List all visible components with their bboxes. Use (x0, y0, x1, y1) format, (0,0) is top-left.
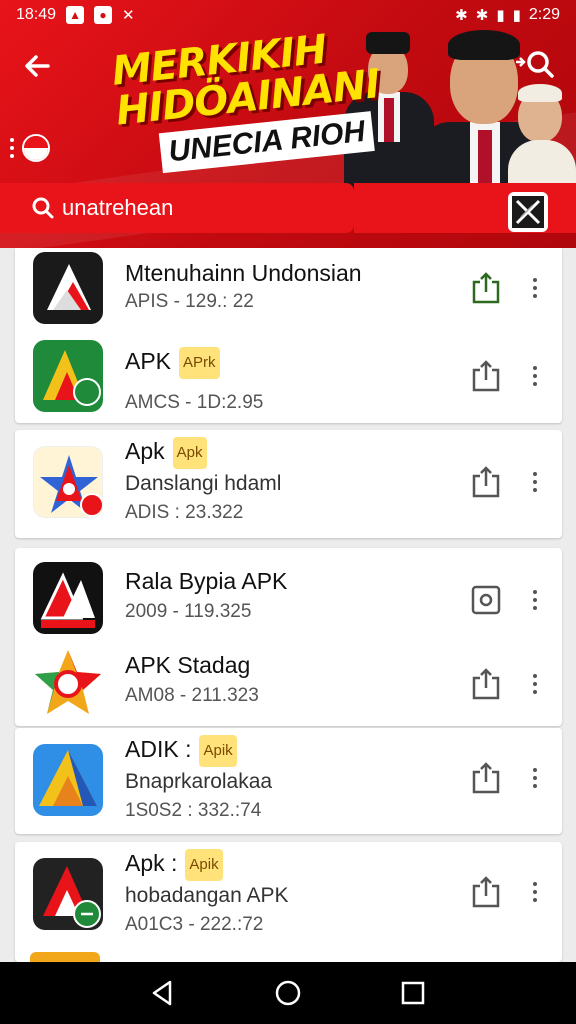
promo-banner: MERKIKIH HIDÖAINANI UNECIA RIOH unatrehe… (0, 0, 576, 248)
back-arrow-icon[interactable] (18, 46, 58, 86)
app-title: Mtenuhainn Undonsian (125, 260, 362, 286)
more-options-icon[interactable] (525, 668, 545, 700)
app-badge: Apk (172, 436, 207, 469)
overflow-dots-icon (10, 138, 14, 158)
share-icon[interactable] (470, 272, 502, 304)
share-icon[interactable] (470, 360, 502, 392)
app-badge: APrk (179, 346, 220, 379)
nav-back-icon[interactable] (143, 973, 183, 1013)
share-icon[interactable] (470, 466, 502, 498)
status-bar: 18:49 ▲ ● ✕ ✱ ✱ ▮ ▮ 2:29 (0, 0, 576, 30)
app-icon-red-a (33, 252, 103, 324)
more-options-icon[interactable] (525, 584, 545, 616)
more-options-icon[interactable] (525, 876, 545, 908)
close-banner-icon[interactable] (508, 192, 548, 232)
vibrate-icon: ✱ (475, 7, 489, 24)
share-icon[interactable] (470, 762, 502, 794)
banner-search-field[interactable]: unatrehean (0, 183, 354, 233)
app-icon-blue-a (33, 744, 103, 816)
app-icon-star-a (33, 446, 103, 518)
battery-icon: ▮ (512, 7, 521, 24)
list-item[interactable]: ADIK : Apik Bnaprkarolakaa 1S0S2 : 332.:7… (15, 734, 562, 824)
app-list-card: Rala Bypia APK 2009 - 119.325 APK Stadag… (15, 548, 562, 726)
app-meta: AM08 - 211.323 (125, 685, 259, 706)
nav-home-icon[interactable] (268, 973, 308, 1013)
share-icon[interactable] (470, 876, 502, 908)
status-time: 18:49 (16, 6, 57, 23)
system-navigation-bar (0, 962, 576, 1024)
app-icon-dark-a (33, 562, 103, 634)
search-icon (32, 197, 54, 219)
list-item[interactable]: Rala Bypia APK 2009 - 119.325 (15, 554, 562, 644)
app-subtitle: Bnaprkarolakaa (125, 769, 273, 793)
list-item[interactable]: Apk : Apik hobadangan APK A01C3 - 222.:72 (15, 848, 562, 938)
app-list-card: Apk Apk Danslangi hdaml ADIS : 23.322 (15, 430, 562, 538)
app-icon-green-a (33, 340, 103, 412)
signal-icon: ▮ (496, 7, 505, 24)
app-title: Rala Bypia APK (125, 568, 288, 594)
more-options-icon[interactable] (525, 272, 545, 304)
app-icon-red-a-badge (33, 858, 103, 930)
nav-recents-icon[interactable] (393, 973, 433, 1013)
app-title: APK Stadag (125, 652, 251, 678)
app-meta: 2009 - 119.325 (125, 601, 252, 622)
status-right-time: 2:29 (528, 6, 560, 23)
app-badge: Apik (199, 734, 237, 767)
more-options-icon[interactable] (525, 466, 545, 498)
list-item[interactable]: APK APrk AMCS - 1D:2.95 (15, 336, 562, 426)
app-title: APK APrk (125, 346, 455, 379)
search-icon[interactable] (514, 46, 558, 86)
app-meta: APIS - 129.: 22 (125, 291, 254, 312)
camera-icon[interactable] (470, 584, 502, 616)
list-item[interactable]: APK Stadag AM08 - 211.323 (15, 642, 562, 732)
photo-icon: ▲ (66, 6, 85, 24)
more-options-icon[interactable] (525, 360, 545, 392)
close-x-icon: ✕ (122, 7, 135, 24)
app-title: Apk : Apik (125, 848, 455, 881)
notification-icon: ● (94, 6, 113, 24)
bluetooth-icon: ✱ (455, 7, 468, 24)
app-icon-star-circle (33, 646, 103, 718)
app-meta: ADIS : 23.322 (125, 501, 244, 523)
app-meta: A01C3 - 222.:72 (125, 913, 264, 935)
app-title: Apk Apk (125, 436, 455, 469)
app-list-card: Mtenuhainn Undonsian APIS - 129.: 22 APK… (15, 248, 562, 423)
app-list-card: ADIK : Apik Bnaprkarolakaa 1S0S2 : 332.:7… (15, 728, 562, 834)
app-meta: 1S0S2 : 332.:74 (125, 799, 262, 821)
app-list-card: Apk : Apik hobadangan APK A01C3 - 222.:72 (15, 842, 562, 962)
app-subtitle: hobadangan APK (125, 883, 289, 907)
person-figure-right (508, 84, 576, 190)
list-item[interactable]: Apk Apk Danslangi hdaml ADIS : 23.322 (15, 436, 562, 526)
search-placeholder: unatrehean (62, 195, 174, 220)
app-meta: AMCS - 1D:2.95 (125, 391, 264, 413)
language-flag-menu[interactable] (10, 128, 70, 168)
next-item-peek (30, 952, 100, 962)
list-item[interactable]: Mtenuhainn Undonsian APIS - 129.: 22 (15, 248, 562, 338)
indonesia-flag-icon (22, 134, 50, 162)
app-title: ADIK : Apik (125, 734, 455, 767)
more-options-icon[interactable] (525, 762, 545, 794)
app-badge: Apik (185, 848, 223, 881)
app-subtitle: Danslangi hdaml (125, 471, 282, 495)
share-icon[interactable] (470, 668, 502, 700)
